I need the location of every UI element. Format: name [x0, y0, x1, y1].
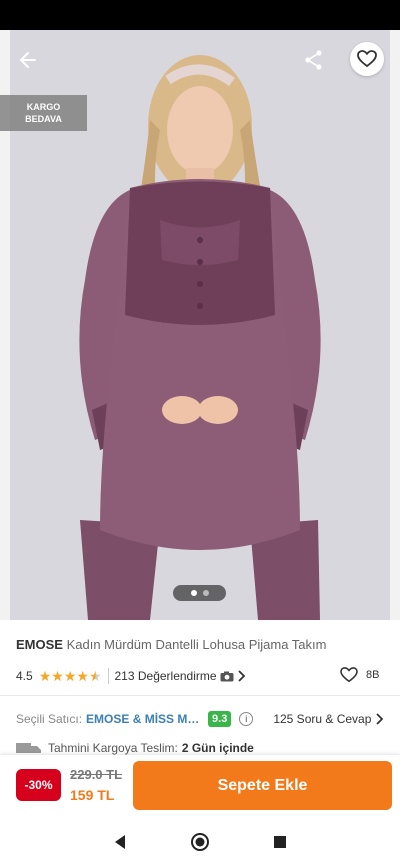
chevron-right-icon	[376, 713, 384, 725]
share-button[interactable]	[298, 44, 330, 76]
delivery-label: Tahmini Kargoya Teslim:	[48, 741, 178, 755]
delivery-estimate-row: Tahmini Kargoya Teslim: 2 Gün içinde	[16, 741, 386, 755]
pager-dot-1[interactable]	[190, 590, 197, 596]
favorite-button[interactable]	[350, 42, 384, 76]
heart-outline-icon	[357, 50, 377, 68]
product-title: EMOSE Kadın Mürdüm Dantelli Lohusa Pijam…	[16, 637, 386, 652]
product-image-carousel[interactable]: KARGO BEDAVA	[0, 30, 400, 620]
badge-line-1: KARGO	[26, 102, 61, 112]
system-navigation-bar	[0, 817, 400, 866]
like-count: 8B	[366, 669, 380, 681]
badge-line-2: BEDAVA	[25, 114, 62, 124]
star-icon: ★	[63, 668, 77, 684]
arrow-left-icon	[20, 52, 36, 68]
seller-row: Seçili Satıcı: EMOSE & MİSS ME... 9.3 i …	[16, 709, 386, 729]
image-pager[interactable]	[173, 585, 226, 601]
qa-label: 125 Soru & Cevap	[273, 712, 372, 726]
info-icon[interactable]: i	[239, 712, 254, 726]
star-icon: ★	[76, 668, 89, 684]
pager-dot-2[interactable]	[202, 590, 209, 596]
delivery-value: 2 Gün içinde	[181, 741, 254, 755]
square-recents-icon	[274, 835, 286, 848]
purchase-bar: -30% 229.0 TL 159 TL Sepete Ekle	[0, 755, 400, 817]
nav-recents-button[interactable]	[268, 830, 292, 854]
seller-score-badge: 9.3	[208, 711, 232, 727]
star-icon: ★	[38, 668, 52, 684]
rating-score: 4.5	[16, 669, 33, 683]
triangle-back-icon	[115, 834, 125, 849]
seller-name-link[interactable]: EMOSE & MİSS ME...	[86, 712, 202, 726]
camera-icon	[220, 671, 234, 681]
heart-outline-icon	[340, 667, 358, 683]
product-name: Kadın Mürdüm Dantelli Lohusa Pijama Takı…	[66, 637, 327, 652]
rating-stars: ★ ★ ★ ★ ★	[39, 669, 102, 683]
like-counter[interactable]: 8B	[340, 667, 379, 683]
half-star-icon: ★	[88, 668, 102, 684]
circle-home-icon	[191, 832, 209, 851]
nav-back-button[interactable]	[108, 830, 132, 854]
divider	[107, 668, 109, 684]
free-shipping-badge: KARGO BEDAVA	[0, 95, 87, 131]
reviews-label: 213 Değerlendirme	[114, 669, 217, 683]
truck-icon	[16, 743, 41, 753]
divider	[0, 695, 400, 696]
questions-answers-link[interactable]: 125 Soru & Cevap	[273, 712, 384, 726]
old-price: 229.0 TL	[70, 767, 123, 782]
status-bar	[0, 0, 400, 30]
back-button[interactable]	[12, 44, 44, 76]
nav-home-button[interactable]	[188, 830, 212, 854]
brand-name[interactable]: EMOSE	[16, 637, 63, 652]
current-price: 159 TL	[70, 787, 115, 803]
share-icon	[305, 50, 322, 70]
image-margin-right	[390, 30, 400, 620]
seller-label: Seçili Satıcı:	[16, 712, 83, 726]
discount-badge: -30%	[16, 769, 61, 801]
rating-row: 4.5 ★ ★ ★ ★ ★ 213 Değerlendirme	[16, 667, 386, 685]
add-to-cart-button[interactable]: Sepete Ekle	[133, 761, 392, 810]
star-icon: ★	[51, 668, 64, 684]
reviews-link[interactable]: 213 Değerlendirme	[115, 669, 245, 683]
chevron-right-icon	[237, 670, 245, 682]
